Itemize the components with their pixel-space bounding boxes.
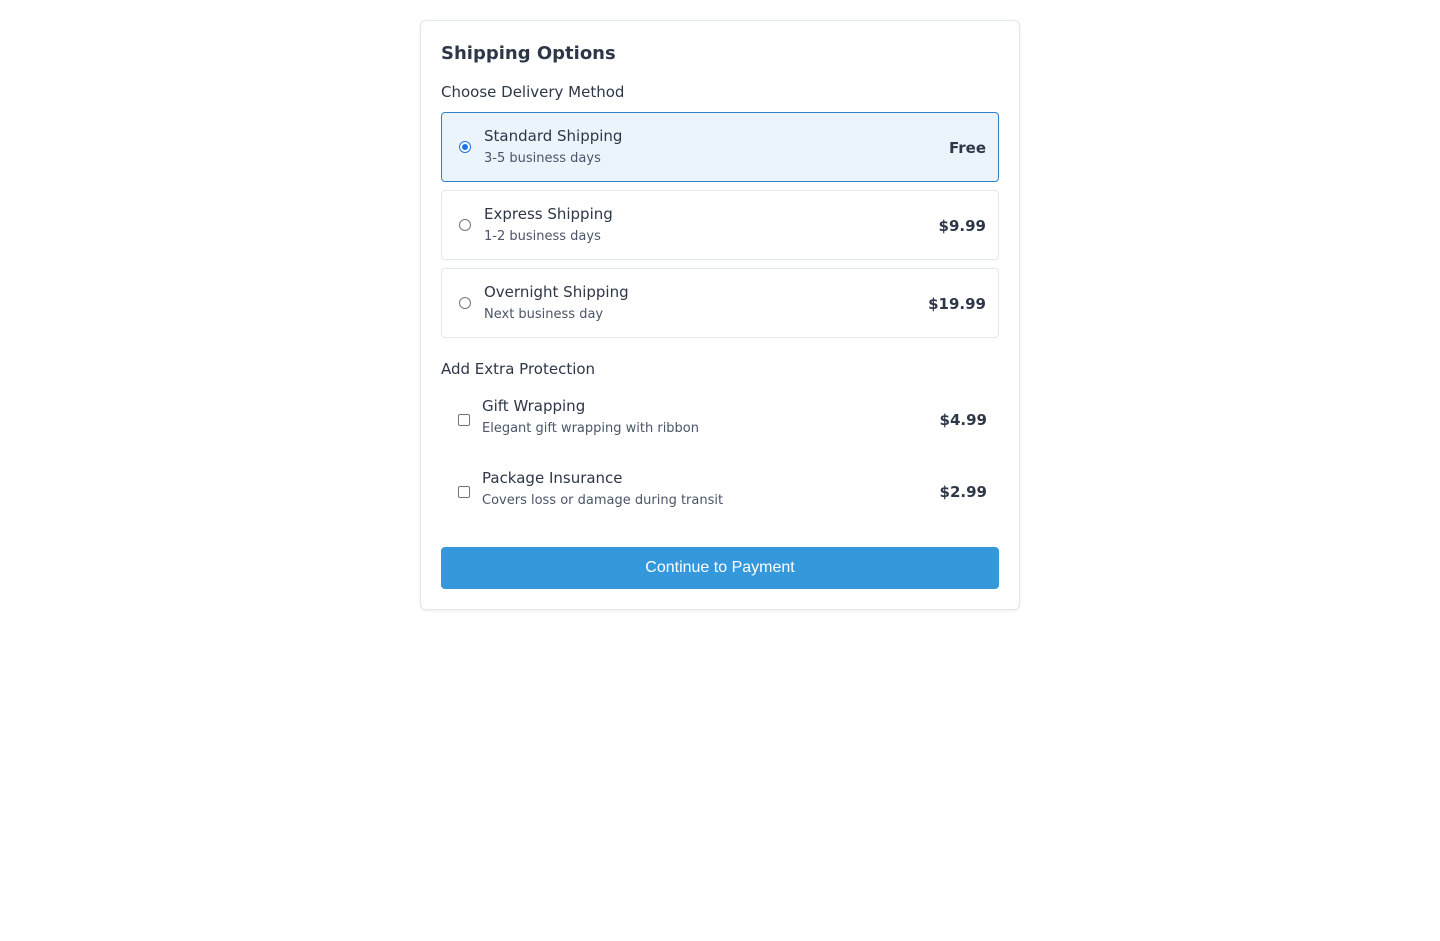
gift-wrapping-checkbox[interactable]: [458, 414, 470, 426]
shipping-option-express[interactable]: Express Shipping 1-2 business days $9.99: [441, 190, 999, 260]
option-price: $4.99: [939, 411, 987, 429]
option-description: 3-5 business days: [484, 151, 601, 166]
option-price: Free: [948, 139, 986, 157]
option-price: $19.99: [928, 295, 986, 313]
option-price: $9.99: [938, 217, 986, 235]
shipping-option-standard[interactable]: Standard Shipping 3-5 business days Free: [441, 112, 999, 182]
option-name: Standard Shipping: [484, 127, 623, 145]
standard-shipping-text: Standard Shipping 3-5 business days: [484, 125, 622, 169]
standard-shipping-radio[interactable]: [459, 141, 471, 153]
extra-protection-label: Add Extra Protection: [441, 360, 596, 378]
overnight-shipping-radio[interactable]: [459, 297, 471, 309]
gift-wrapping-text: Gift Wrapping Elegant gift wrapping with…: [482, 395, 699, 439]
option-description: 1-2 business days: [484, 229, 601, 244]
package-insurance-text: Package Insurance Covers loss or damage …: [482, 467, 723, 511]
option-name: Package Insurance: [482, 469, 623, 487]
package-insurance-checkbox[interactable]: [458, 486, 470, 498]
option-name: Gift Wrapping: [482, 397, 586, 415]
extra-options-list: Gift Wrapping Elegant gift wrapping with…: [441, 389, 999, 533]
shipping-options-card: Shipping Options Choose Delivery Method …: [420, 20, 1020, 610]
express-shipping-text: Express Shipping 1-2 business days: [484, 203, 613, 247]
shipping-option-overnight[interactable]: Overnight Shipping Next business day $19…: [441, 268, 999, 338]
option-description: Next business day: [484, 307, 604, 322]
extra-option-gift-wrapping[interactable]: Gift Wrapping Elegant gift wrapping with…: [441, 389, 999, 461]
delivery-options-list: Standard Shipping 3-5 business days Free…: [441, 112, 999, 338]
continue-to-payment-button[interactable]: Continue to Payment: [441, 547, 999, 589]
express-shipping-radio[interactable]: [459, 219, 471, 231]
option-description: Covers loss or damage during transit: [482, 493, 724, 508]
option-price: $2.99: [939, 483, 987, 501]
option-description: Elegant gift wrapping with ribbon: [482, 421, 700, 436]
option-name: Express Shipping: [484, 205, 613, 223]
extra-option-package-insurance[interactable]: Package Insurance Covers loss or damage …: [441, 461, 999, 533]
option-name: Overnight Shipping: [484, 283, 629, 301]
overnight-shipping-text: Overnight Shipping Next business day: [484, 281, 629, 325]
delivery-method-label: Choose Delivery Method: [441, 83, 625, 101]
page-title: Shipping Options: [441, 43, 616, 64]
